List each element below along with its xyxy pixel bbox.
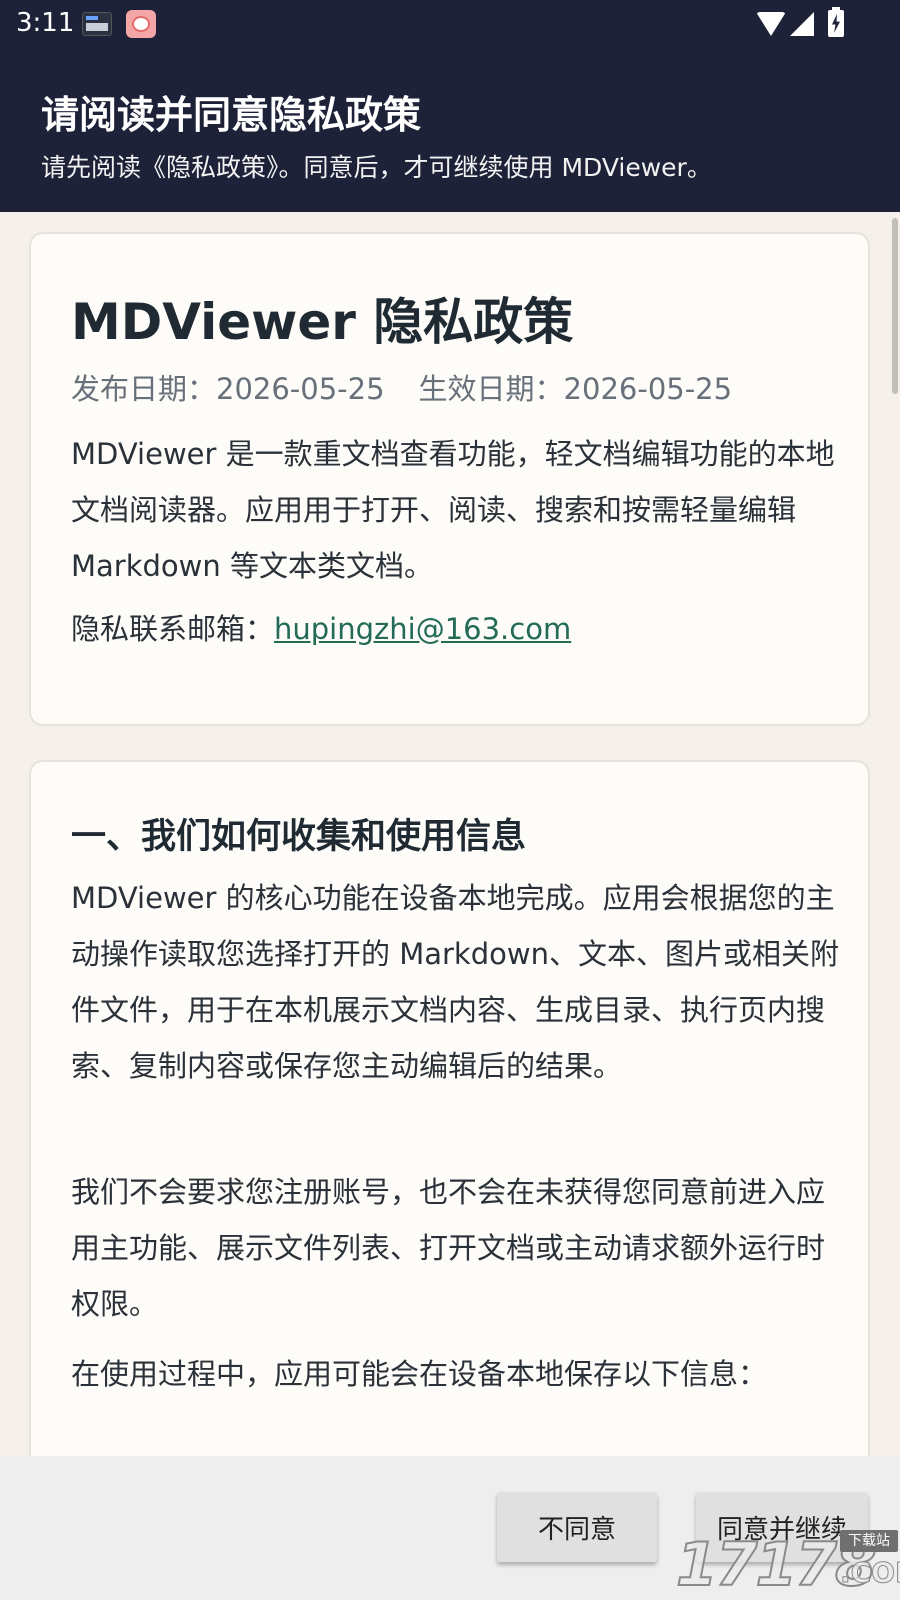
effective-date: 生效日期：2026-05-25 xyxy=(418,372,733,406)
contact-line: 隐私联系邮箱：hupingzhi@163.com xyxy=(71,606,571,648)
battery-charging-icon xyxy=(828,7,844,37)
policy-scroll-area[interactable]: MDViewer 隐私政策 发布日期：2026-05-25 生效日期：2026-0… xyxy=(0,212,900,1456)
publish-date: 发布日期：2026-05-25 xyxy=(71,372,385,406)
section-paragraph: 我们不会要求您注册账号，也不会在未获得您同意前进入应用主功能、展示文件列表、打开… xyxy=(71,1175,826,1321)
notification-app-icon xyxy=(82,12,112,36)
scrollbar[interactable] xyxy=(892,218,898,394)
app-header: 3:11 请阅读并同意隐私政策 请先阅读《隐私政策》。同意后，才可继续使用 MD… xyxy=(0,0,900,212)
contact-email-link[interactable]: hupingzhi@163.com xyxy=(274,612,571,646)
signal-icon xyxy=(790,12,814,36)
section-paragraph: MDViewer 的核心功能在设备本地完成。应用会根据您的主动操作读取您选择打开… xyxy=(71,881,839,1083)
status-bar: 3:11 xyxy=(0,0,900,48)
section-paragraph: 在使用过程中，应用可能会在设备本地保存以下信息： xyxy=(71,1357,768,1391)
contact-label: 隐私联系邮箱： xyxy=(71,612,275,646)
policy-summary-card: MDViewer 隐私政策 发布日期：2026-05-25 生效日期：2026-0… xyxy=(29,232,870,726)
section-title: 一、我们如何收集和使用信息 xyxy=(71,817,527,857)
action-bar: 不同意 同意并继续 xyxy=(0,1456,900,1600)
policy-intro: MDViewer 是一款重文档查看功能，轻文档编辑功能的本地文档阅读器。应用用于… xyxy=(71,437,835,583)
disagree-button[interactable]: 不同意 xyxy=(497,1492,657,1562)
notification-app-icon-2 xyxy=(126,10,156,38)
policy-title: MDViewer 隐私政策 xyxy=(71,293,574,351)
page-subtitle: 请先阅读《隐私政策》。同意后，才可继续使用 MDViewer。 xyxy=(41,153,712,182)
page-title: 请阅读并同意隐私政策 xyxy=(41,93,422,137)
policy-section-card: 一、我们如何收集和使用信息 MDViewer 的核心功能在设备本地完成。应用会根… xyxy=(29,760,870,1456)
agree-continue-button[interactable]: 同意并继续 xyxy=(696,1492,868,1562)
policy-dates: 发布日期：2026-05-25 生效日期：2026-05-25 xyxy=(71,366,732,408)
status-time: 3:11 xyxy=(16,8,75,38)
wifi-icon xyxy=(756,12,786,36)
